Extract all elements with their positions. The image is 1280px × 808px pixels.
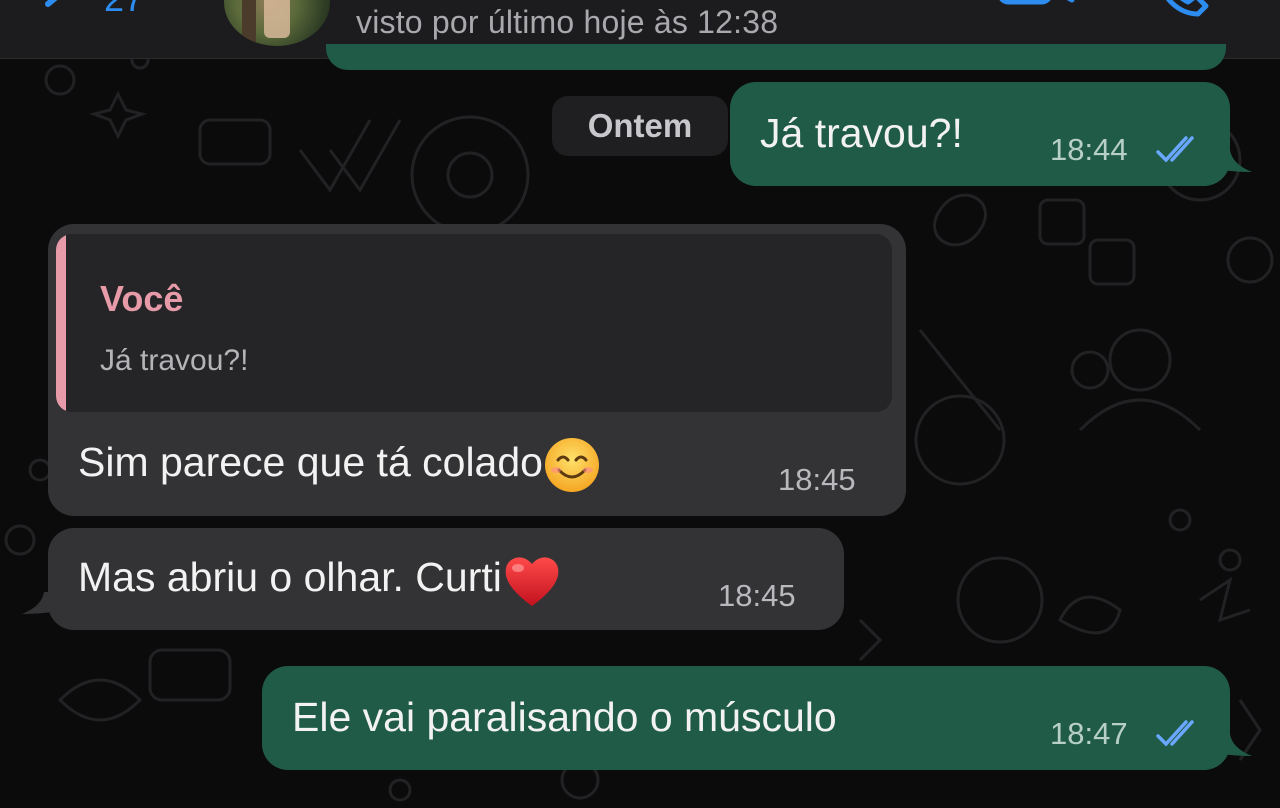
- bubble-tail: [1222, 734, 1252, 756]
- smiling-face-emoji: [544, 438, 599, 492]
- message-time: 18:47: [1050, 716, 1128, 751]
- double-check-icon: [1156, 720, 1194, 747]
- message-bubble-incoming[interactable]: Você Já travou?! Sim parece que tá colad…: [48, 224, 906, 516]
- message-time: 18:44: [1050, 132, 1128, 167]
- message-bubble-incoming[interactable]: Mas abriu o olhar. Curti 18:45: [48, 528, 844, 630]
- previous-message-bubble: [326, 44, 1226, 70]
- quote-text: Já travou?!: [100, 344, 249, 377]
- message-text-content: Mas abriu o olhar. Curti: [78, 553, 502, 600]
- phone-call-icon[interactable]: [1152, 0, 1214, 22]
- double-check-icon: [1156, 136, 1194, 163]
- video-call-icon[interactable]: [996, 0, 1076, 20]
- message-bubble-outgoing[interactable]: Já travou?! 18:44: [730, 82, 1230, 186]
- message-text: Ele vai paralisando o músculo: [292, 694, 837, 740]
- date-separator: Ontem: [552, 96, 728, 156]
- message-text: Mas abriu o olhar. Curti: [78, 552, 562, 608]
- message-bubble-outgoing[interactable]: Ele vai paralisando o músculo 18:47: [262, 666, 1230, 770]
- message-time: 18:45: [778, 462, 856, 497]
- contact-avatar[interactable]: [224, 0, 330, 46]
- quoted-message[interactable]: Você Já travou?!: [56, 234, 892, 412]
- red-heart-emoji: [505, 557, 559, 606]
- message-text: Sim parece que tá colado: [78, 436, 601, 494]
- message-time: 18:45: [718, 578, 796, 613]
- bubble-tail: [22, 592, 52, 614]
- last-seen-status: visto por último hoje às 12:38: [356, 4, 779, 40]
- bubble-tail: [1222, 150, 1252, 172]
- quote-author: Você: [100, 278, 184, 319]
- message-text: Já travou?!: [760, 110, 963, 156]
- message-text-content: Sim parece que tá colado: [78, 438, 543, 485]
- quote-accent-bar: [56, 234, 66, 412]
- unread-count[interactable]: 27: [104, 0, 144, 20]
- back-chevron-icon[interactable]: [34, 0, 94, 22]
